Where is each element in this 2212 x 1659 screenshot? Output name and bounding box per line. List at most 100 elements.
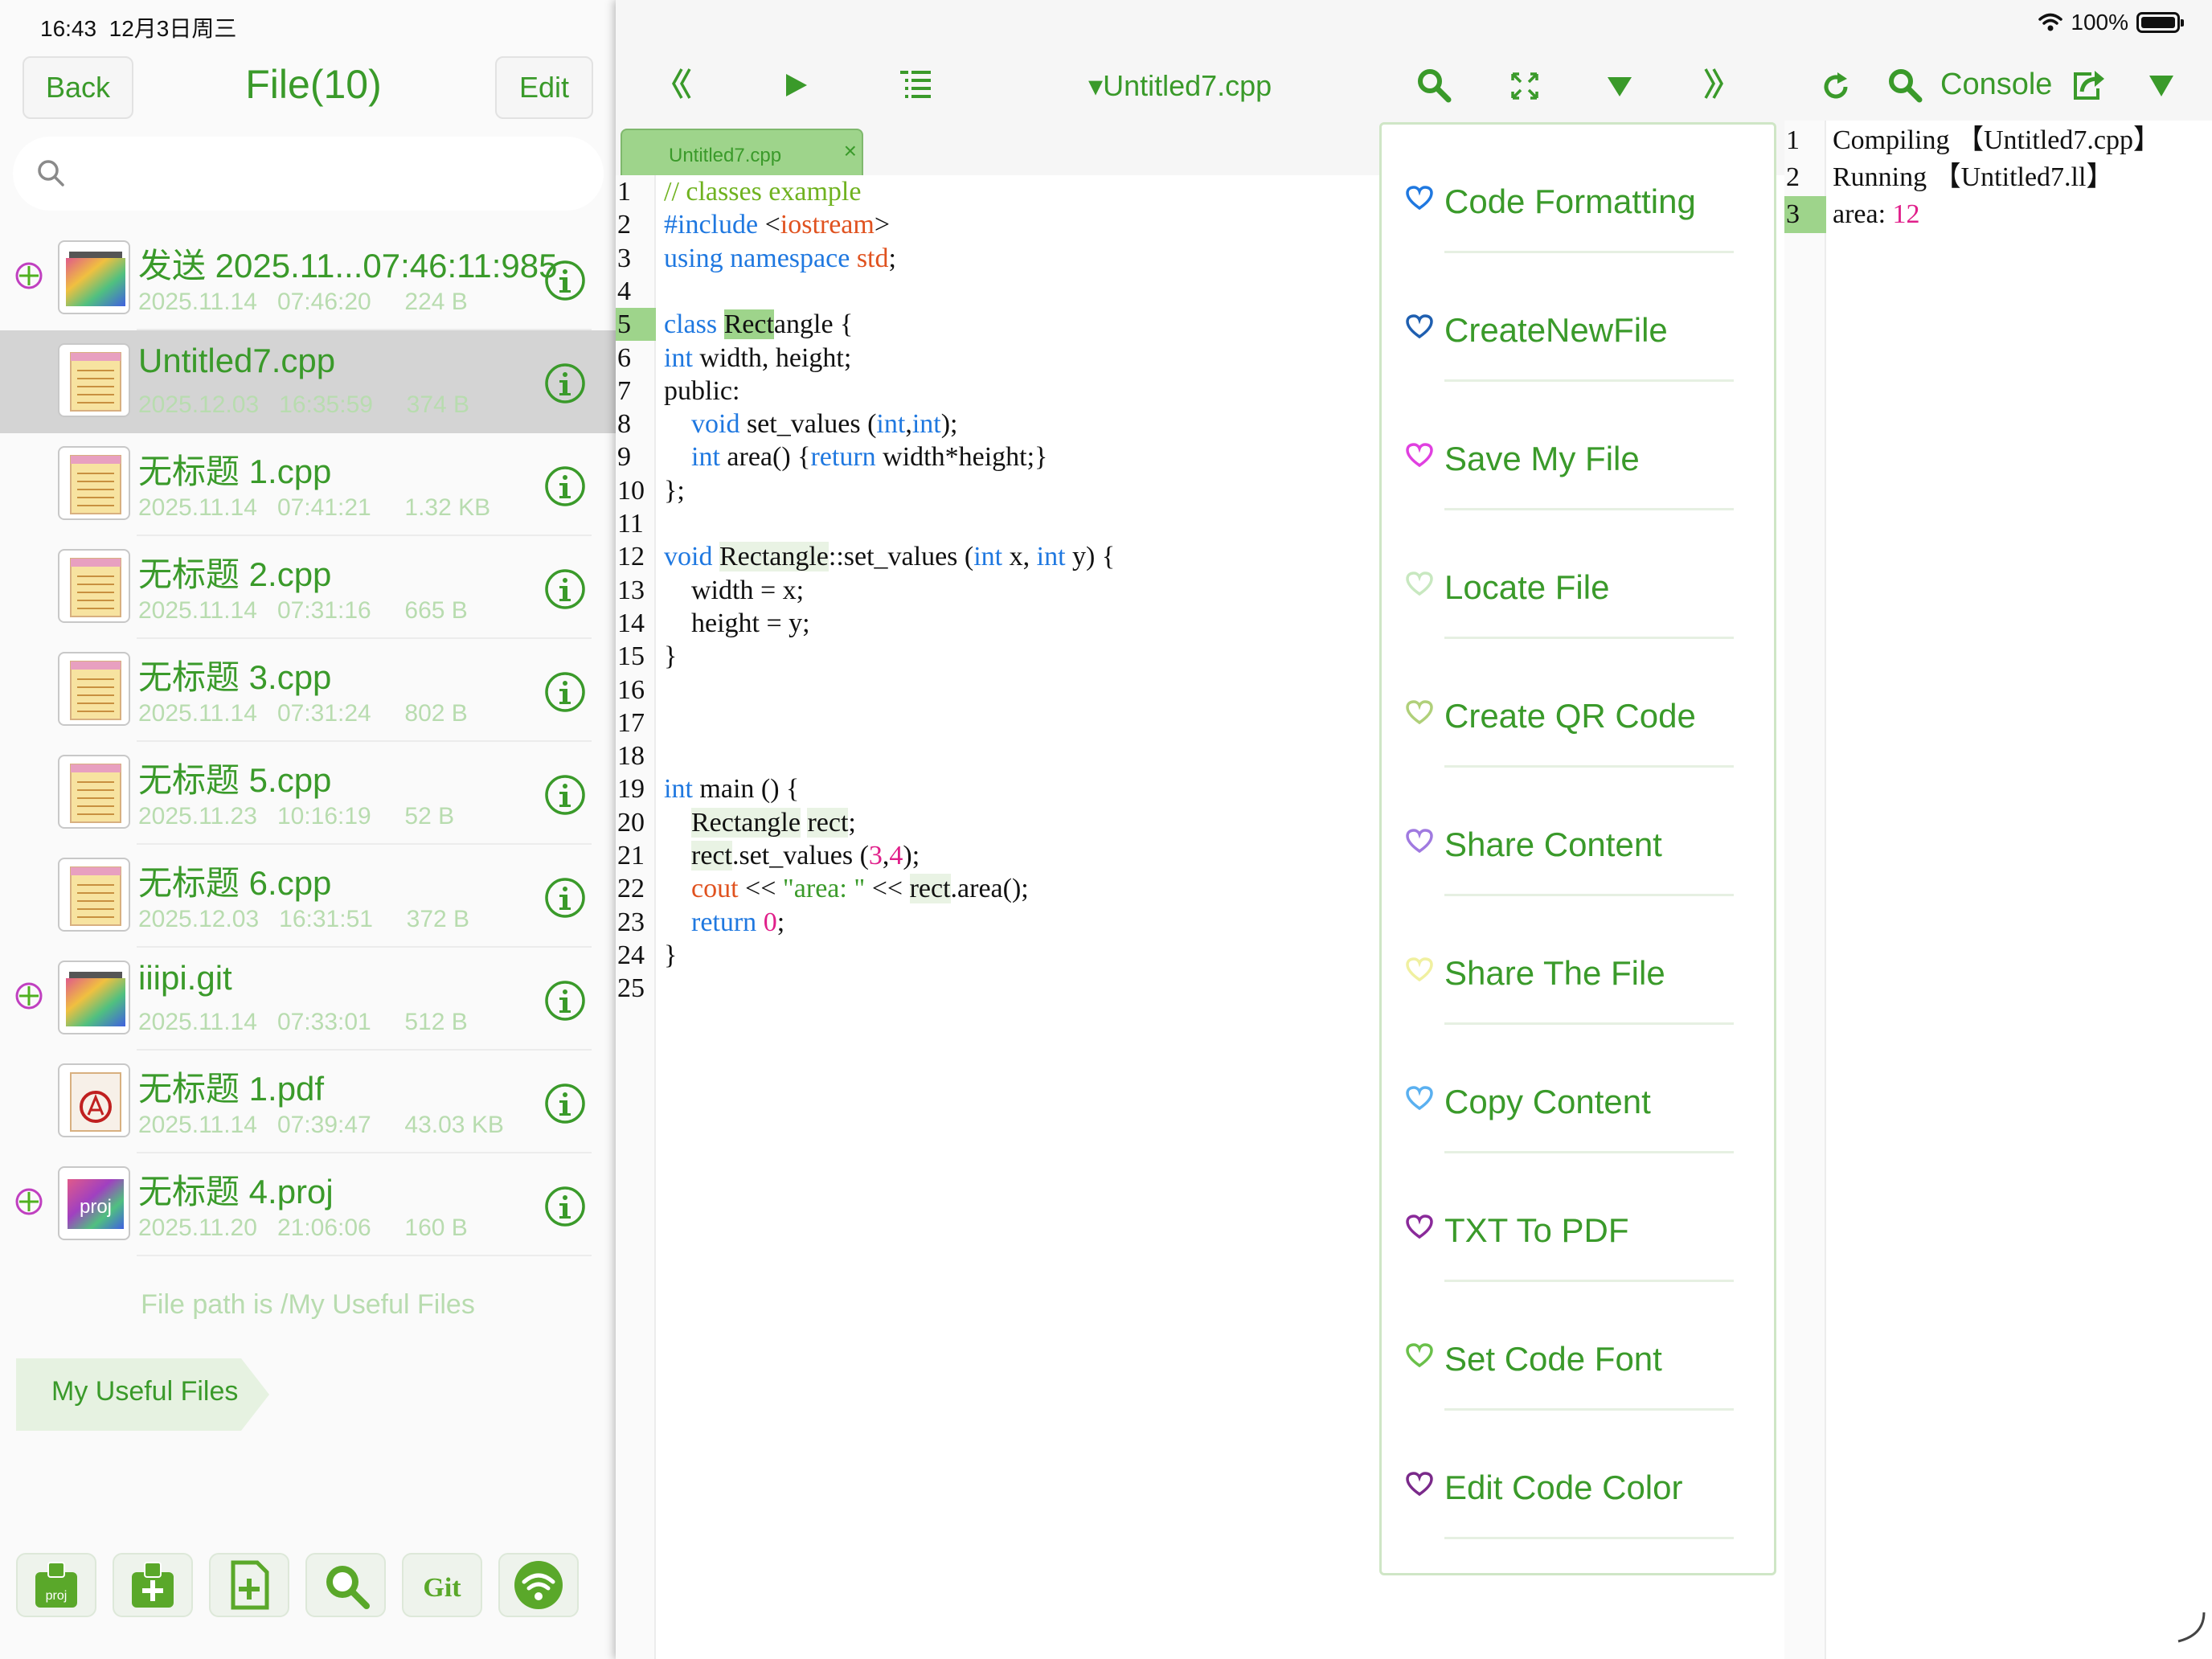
file-date: 2025.11.20: [138, 1215, 257, 1241]
file-row[interactable]: 发送 2025.11...07:46:11:985 2025.11.14 07:4…: [0, 227, 616, 330]
refresh-icon[interactable]: [1820, 71, 1852, 103]
edit-button[interactable]: Edit: [495, 56, 593, 119]
info-icon[interactable]: [544, 1186, 586, 1231]
file-size: 1.32 KB: [404, 494, 491, 521]
file-time: 07:33:01: [276, 1009, 371, 1035]
file-meta: 2025.11.14 07:31:16 665 B: [138, 597, 468, 625]
code-text: height = y;: [664, 608, 810, 638]
file-row[interactable]: 无标题 6.cpp 2025.12.03 16:31:51 372 B: [0, 845, 616, 948]
file-row[interactable]: Untitled7.cpp 2025.12.03 16:35:59 374 B: [0, 330, 616, 433]
file-name: 无标题 4.proj: [138, 1173, 334, 1210]
info-icon[interactable]: [544, 465, 586, 511]
file-time: 07:31:16: [276, 597, 371, 624]
console-line: 2 Running 【Untitled7.ll】: [1784, 159, 2212, 196]
code-text: rect.set_values (3,4);: [691, 841, 920, 870]
info-icon[interactable]: [544, 260, 586, 305]
tab-untitled7-cpp[interactable]: Untitled7.cpp ×: [621, 129, 863, 175]
bookmark-my-useful-files[interactable]: My Useful Files: [16, 1358, 269, 1431]
line-number: 17: [617, 707, 645, 738]
expand-plus-icon[interactable]: [14, 1187, 43, 1220]
expand-plus-icon[interactable]: [14, 261, 43, 294]
bookmark-label: My Useful Files: [51, 1376, 239, 1407]
file-row[interactable]: 无标题 2.cpp 2025.11.14 07:31:16 665 B: [0, 536, 616, 639]
line-number: 14: [617, 608, 645, 638]
file-row[interactable]: iiipi.git 2025.11.14 07:33:01 512 B: [0, 948, 616, 1051]
code-text: public:: [664, 375, 740, 406]
console-search-icon[interactable]: [1887, 68, 1923, 103]
menu-item-share-content[interactable]: Share Content: [1382, 768, 1779, 896]
file-row[interactable]: proj 无标题 4.proj 2025.11.20 21:06:06 160 B: [0, 1153, 616, 1256]
new-folder-button[interactable]: [113, 1553, 193, 1617]
menu-item-share-the-file[interactable]: Share The File: [1382, 896, 1779, 1025]
info-icon[interactable]: [544, 1083, 586, 1129]
console-dropdown-icon[interactable]: [2148, 74, 2175, 98]
search-files-button[interactable]: [305, 1553, 386, 1617]
menu-item-label: CreateNewFile: [1444, 311, 1668, 349]
file-meta: 2025.12.03 16:35:59 374 B: [138, 391, 469, 419]
console-line-number: 2: [1786, 162, 1800, 192]
file-browser-pane: 16:43 12月3日周三 Back File(10) Edit 发送 2025…: [0, 0, 616, 1659]
menu-item-create-qr-code[interactable]: Create QR Code: [1382, 639, 1779, 768]
find-icon[interactable]: [1416, 68, 1452, 103]
menu-item-copy-content[interactable]: Copy Content: [1382, 1025, 1779, 1153]
line-number: 7: [617, 375, 631, 406]
new-file-button[interactable]: [209, 1553, 289, 1617]
menu-item-label: Edit Code Color: [1444, 1469, 1683, 1506]
file-date: 2025.12.03: [138, 391, 260, 418]
console-gutter: [1784, 121, 1826, 1659]
info-icon[interactable]: [544, 363, 586, 408]
resize-handle-icon[interactable]: [2175, 1611, 2207, 1643]
menu-item-set-code-font[interactable]: Set Code Font: [1382, 1282, 1779, 1411]
expand-right-icon[interactable]: [1702, 66, 1727, 101]
run-icon[interactable]: [784, 72, 809, 98]
search-input[interactable]: [13, 137, 604, 211]
file-date: 2025.11.14: [138, 700, 257, 727]
back-button[interactable]: Back: [23, 56, 133, 119]
file-row[interactable]: 无标题 1.cpp 2025.11.14 07:41:21 1.32 KB: [0, 433, 616, 536]
file-title-dropdown[interactable]: ▾Untitled7.cpp: [1088, 69, 1272, 103]
menu-item-edit-code-color[interactable]: Edit Code Color: [1382, 1411, 1779, 1539]
file-row[interactable]: 无标题 3.cpp 2025.11.14 07:31:24 802 B: [0, 639, 616, 742]
code-editor-pane: ▾Untitled7.cpp Untitled7.cpp × 1 // class…: [616, 0, 1784, 1659]
file-meta: 2025.11.23 10:16:19 52 B: [138, 803, 454, 830]
menu-item-createnewfile[interactable]: CreateNewFile: [1382, 253, 1779, 382]
outline-list-icon[interactable]: [899, 69, 932, 101]
fullscreen-icon[interactable]: [1509, 71, 1540, 101]
git-icon-text: Git: [423, 1573, 461, 1603]
file-browser-title: File(10): [245, 62, 382, 107]
heart-icon: [1406, 829, 1433, 854]
info-icon[interactable]: [544, 671, 586, 717]
code-text: int area() {return width*height;}: [691, 442, 1048, 473]
new-project-button[interactable]: proj: [16, 1553, 96, 1617]
menu-item-txt-to-pdf[interactable]: TXT To PDF: [1382, 1153, 1779, 1282]
menu-item-code-formatting[interactable]: Code Formatting: [1382, 125, 1779, 253]
info-icon[interactable]: [544, 568, 586, 614]
new-project-icon: proj: [35, 1562, 77, 1608]
file-size: 512 B: [404, 1009, 468, 1035]
info-icon[interactable]: [544, 877, 586, 923]
dropdown-triangle-icon[interactable]: [1606, 76, 1633, 98]
file-size: 224 B: [404, 289, 468, 315]
share-icon[interactable]: [2071, 69, 2106, 101]
info-icon[interactable]: [544, 980, 586, 1026]
line-number: 19: [617, 774, 645, 805]
collapse-left-icon[interactable]: [669, 66, 693, 101]
git-button[interactable]: Git: [402, 1553, 482, 1617]
menu-item-save-my-file[interactable]: Save My File: [1382, 382, 1779, 510]
file-time: 07:41:21: [276, 494, 371, 521]
close-icon[interactable]: ×: [844, 138, 857, 164]
wifi-transfer-button[interactable]: [498, 1553, 579, 1617]
line-number: 23: [617, 907, 645, 937]
menu-item-locate-file[interactable]: Locate File: [1382, 510, 1779, 639]
proj-file-icon: proj: [58, 1166, 130, 1240]
file-row[interactable]: 无标题 5.cpp 2025.11.23 10:16:19 52 B: [0, 742, 616, 845]
code-text: cout << "area: " << rect.area();: [691, 874, 1029, 904]
heart-icon: [1406, 700, 1433, 725]
line-number: 12: [617, 542, 645, 572]
heart-icon: [1406, 1215, 1433, 1239]
file-row[interactable]: 无标题 1.pdf 2025.11.14 07:39:47 43.03 KB: [0, 1051, 616, 1153]
row-divider: [137, 1255, 592, 1256]
bottom-toolbar: proj Git: [16, 1553, 579, 1617]
info-icon[interactable]: [544, 774, 586, 820]
expand-plus-icon[interactable]: [14, 981, 43, 1014]
